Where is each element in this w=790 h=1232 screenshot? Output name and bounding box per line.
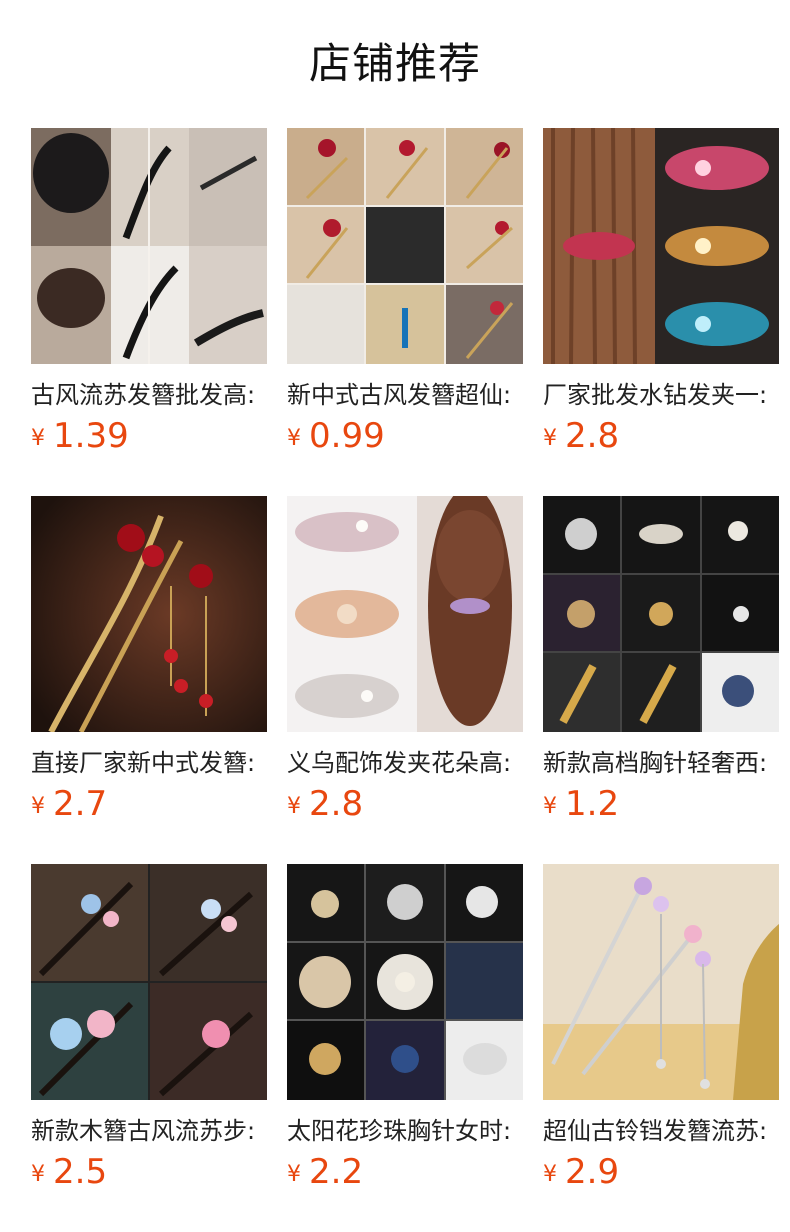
product-image[interactable]	[31, 128, 267, 364]
price-value: 2.5	[53, 1152, 108, 1192]
product-price: ¥2.9	[543, 1152, 779, 1192]
product-image[interactable]	[31, 496, 267, 732]
product-card[interactable]: 新款木簪古风流苏步: ¥2.5	[31, 864, 267, 1192]
product-card[interactable]: 新款高档胸针轻奢西: ¥1.2	[543, 496, 779, 824]
product-price: ¥0.99	[287, 416, 523, 456]
currency-symbol: ¥	[31, 1162, 45, 1187]
currency-symbol: ¥	[287, 426, 301, 451]
product-price: ¥2.2	[287, 1152, 523, 1192]
currency-symbol: ¥	[543, 1162, 557, 1187]
product-name[interactable]: 厂家批发水钻发夹一:	[543, 378, 779, 412]
price-value: 2.9	[565, 1152, 620, 1192]
product-price: ¥2.5	[31, 1152, 267, 1192]
price-value: 1.2	[565, 784, 620, 824]
product-name[interactable]: 新款高档胸针轻奢西:	[543, 746, 779, 780]
product-image[interactable]	[543, 864, 779, 1100]
currency-symbol: ¥	[31, 794, 45, 819]
product-price: ¥2.8	[543, 416, 779, 456]
page-title: 店铺推荐	[308, 39, 481, 88]
product-price: ¥2.8	[287, 784, 523, 824]
price-value: 2.8	[309, 784, 364, 824]
price-value: 1.39	[53, 416, 129, 456]
product-card[interactable]: 古风流苏发簪批发高: ¥1.39	[31, 128, 267, 456]
currency-symbol: ¥	[543, 794, 557, 819]
currency-symbol: ¥	[287, 794, 301, 819]
product-card[interactable]: 厂家批发水钻发夹一: ¥2.8	[543, 128, 779, 456]
product-name[interactable]: 超仙古铃铛发簪流苏:	[543, 1114, 779, 1148]
product-name[interactable]: 新款木簪古风流苏步:	[31, 1114, 267, 1148]
product-name[interactable]: 新中式古风发簪超仙:	[287, 378, 523, 412]
price-value: 2.7	[53, 784, 108, 824]
product-card[interactable]: 新中式古风发簪超仙: ¥0.99	[287, 128, 523, 456]
product-name[interactable]: 直接厂家新中式发簪:	[31, 746, 267, 780]
product-card[interactable]: 超仙古铃铛发簪流苏: ¥2.9	[543, 864, 779, 1192]
product-image[interactable]	[287, 128, 523, 364]
product-image[interactable]	[287, 496, 523, 732]
product-price: ¥1.39	[31, 416, 267, 456]
product-card[interactable]: 义乌配饰发夹花朵高: ¥2.8	[287, 496, 523, 824]
product-image[interactable]	[287, 864, 523, 1100]
price-value: 2.2	[309, 1152, 364, 1192]
product-price: ¥2.7	[31, 784, 267, 824]
price-value: 2.8	[565, 416, 620, 456]
product-card[interactable]: 太阳花珍珠胸针女时: ¥2.2	[287, 864, 523, 1192]
price-value: 0.99	[309, 416, 385, 456]
currency-symbol: ¥	[543, 426, 557, 451]
product-price: ¥1.2	[543, 784, 779, 824]
product-image[interactable]	[543, 496, 779, 732]
currency-symbol: ¥	[287, 1162, 301, 1187]
product-name[interactable]: 太阳花珍珠胸针女时:	[287, 1114, 523, 1148]
product-image[interactable]	[543, 128, 779, 364]
product-image[interactable]	[31, 864, 267, 1100]
currency-symbol: ¥	[31, 426, 45, 451]
product-name[interactable]: 古风流苏发簪批发高:	[31, 378, 267, 412]
product-name[interactable]: 义乌配饰发夹花朵高:	[287, 746, 523, 780]
product-card[interactable]: 直接厂家新中式发簪: ¥2.7	[31, 496, 267, 824]
